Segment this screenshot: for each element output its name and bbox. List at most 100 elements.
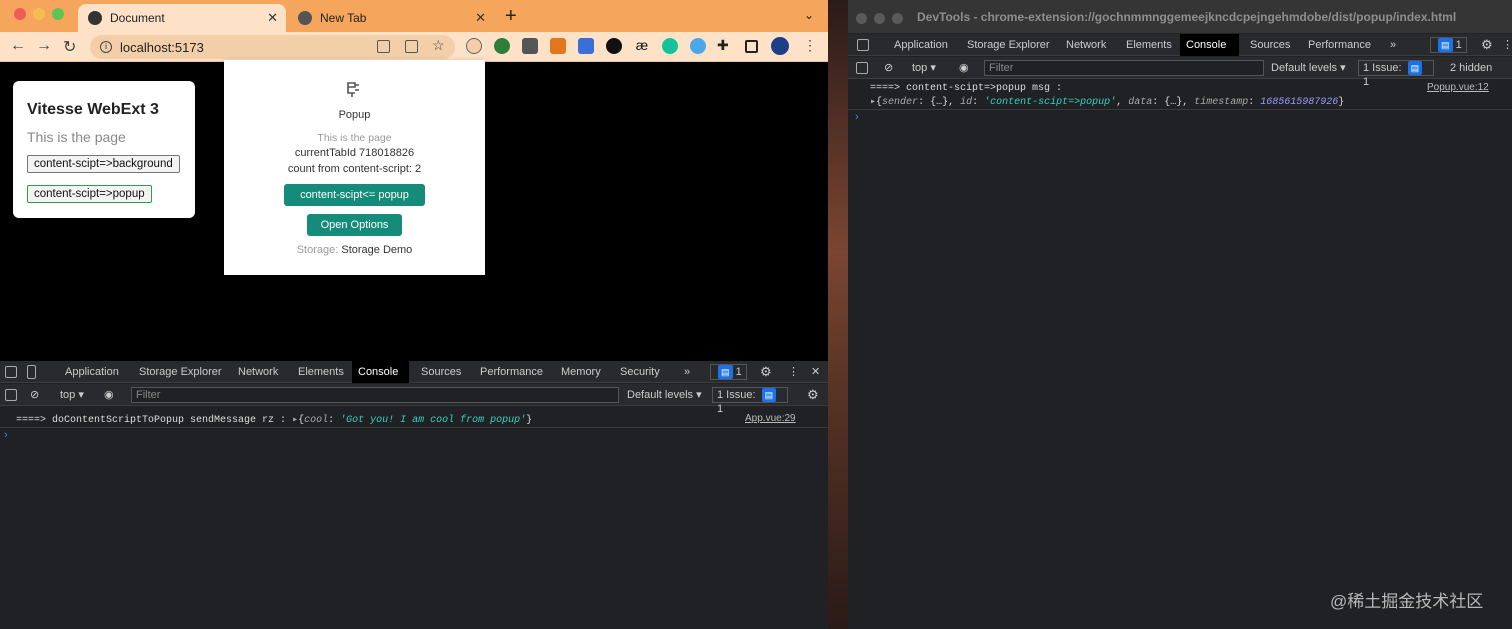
obj-key-timestamp: timestamp — [1194, 97, 1249, 108]
page-subtitle: This is the page — [27, 129, 126, 145]
metamask-icon[interactable] — [550, 38, 566, 54]
tab-memory[interactable]: Memory — [555, 361, 607, 383]
clear-console-icon[interactable]: ⊘ — [878, 57, 899, 79]
minimize-window-icon[interactable] — [33, 8, 45, 20]
tab-application[interactable]: Application — [888, 34, 954, 56]
extension-icon-5[interactable] — [606, 38, 622, 54]
context-select[interactable]: top ▾ — [54, 384, 90, 406]
log-source-link[interactable]: Popup.vue:12 — [1427, 82, 1489, 93]
maximize-window-icon[interactable] — [52, 8, 64, 20]
extension-icon-1[interactable] — [494, 38, 510, 54]
reload-icon[interactable]: ↻ — [63, 37, 76, 57]
page-title: Vitesse WebExt 3 — [27, 101, 159, 118]
window-title: DevTools - chrome-extension://gochnmmngg… — [917, 10, 1457, 24]
console-prompt-icon[interactable]: › — [855, 111, 859, 123]
close-tab-icon[interactable]: ✕ — [475, 10, 486, 26]
tab-elements[interactable]: Elements — [292, 361, 350, 383]
issues-button[interactable]: 1 Issue: ▤ 1 — [1358, 60, 1434, 88]
send-to-content-script-button[interactable]: content-scipt<= popup — [284, 184, 425, 206]
context-select[interactable]: top ▾ — [906, 57, 942, 79]
tab-sources[interactable]: Sources — [415, 361, 467, 383]
message-count: 1 — [735, 366, 742, 378]
minimize-window-icon[interactable] — [874, 13, 885, 24]
sidebar-toggle-icon[interactable] — [856, 62, 868, 74]
puzzle-icon[interactable]: ✚ — [717, 38, 733, 54]
obj-val-timestamp: 1685615987926 — [1260, 97, 1339, 108]
send-to-background-button[interactable]: content-scipt=>background — [27, 155, 180, 173]
extension-plug-icon[interactable] — [466, 38, 482, 54]
tab-storage-explorer[interactable]: Storage Explorer — [133, 361, 228, 383]
tab-new-tab[interactable]: New Tab ✕ — [288, 4, 494, 32]
bookmark-star-icon[interactable]: ☆ — [432, 37, 445, 54]
log-levels-select[interactable]: Default levels ▾ — [1265, 57, 1352, 79]
translate-icon[interactable] — [377, 40, 390, 53]
kebab-menu-icon[interactable]: ⋮ — [803, 37, 817, 54]
message-count-badge[interactable]: ▤ 1 — [710, 364, 747, 380]
open-options-button[interactable]: Open Options — [307, 214, 402, 236]
log-source-link[interactable]: App.vue:29 — [745, 413, 796, 424]
hidden-count[interactable]: 2 hidden — [1444, 57, 1498, 79]
message-icon: ▤ — [1438, 38, 1453, 52]
message-count-badge[interactable]: ▤ 1 — [1430, 37, 1467, 53]
tab-label: Document — [110, 11, 165, 25]
close-devtools-icon[interactable]: ✕ — [805, 361, 826, 383]
tab-application[interactable]: Application — [59, 361, 125, 383]
tab-console[interactable]: Console — [1180, 34, 1239, 56]
sidepanel-icon[interactable] — [745, 40, 758, 53]
console-settings-icon[interactable]: ⚙ — [801, 384, 825, 406]
issue-icon: ▤ — [1407, 61, 1423, 75]
maximize-window-icon[interactable] — [892, 13, 903, 24]
close-window-icon[interactable] — [14, 8, 26, 20]
extension-icon-8[interactable] — [690, 38, 706, 54]
close-window-icon[interactable] — [856, 13, 867, 24]
forward-icon[interactable]: → — [36, 37, 52, 55]
grammarly-icon[interactable] — [662, 38, 678, 54]
expand-arrow-icon[interactable]: ▸ — [870, 97, 876, 108]
tab-performance[interactable]: Performance — [1302, 34, 1377, 56]
filter-input[interactable]: Filter — [131, 387, 619, 403]
extension-icon-4[interactable] — [578, 38, 594, 54]
current-tab-id: currentTabId 718018826 — [294, 147, 415, 159]
clear-console-icon[interactable]: ⊘ — [24, 384, 45, 406]
tab-performance[interactable]: Performance — [474, 361, 549, 383]
console-prompt-icon[interactable]: › — [4, 429, 8, 441]
tab-console[interactable]: Console — [352, 361, 409, 383]
obj-val-sender: {…} — [930, 97, 949, 108]
tab-sources[interactable]: Sources — [1244, 34, 1296, 56]
issues-count: 1 — [717, 403, 724, 415]
share-icon[interactable] — [405, 40, 418, 53]
extension-icon-2[interactable] — [522, 38, 538, 54]
more-tabs-icon[interactable]: » — [1384, 34, 1402, 56]
eye-icon[interactable]: ◉ — [98, 384, 120, 406]
log-levels-value: Default levels — [627, 389, 694, 401]
new-tab-icon[interactable]: + — [505, 5, 517, 28]
close-tab-icon[interactable]: ✕ — [267, 10, 278, 26]
tab-storage-explorer[interactable]: Storage Explorer — [961, 34, 1056, 56]
tab-network[interactable]: Network — [232, 361, 284, 383]
extension-icon-6[interactable]: æ — [634, 38, 650, 54]
sidebar-toggle-icon[interactable] — [5, 389, 17, 401]
log-levels-select[interactable]: Default levels ▾ — [621, 384, 708, 406]
tab-security[interactable]: Security — [614, 361, 666, 383]
kebab-menu-icon[interactable]: ⋮ — [782, 361, 805, 383]
expand-arrow-icon[interactable]: ▸ — [292, 415, 298, 426]
issues-button[interactable]: 1 Issue: ▤ 1 — [712, 387, 788, 415]
eye-icon[interactable]: ◉ — [953, 57, 975, 79]
inspect-icon[interactable] — [5, 366, 17, 378]
tab-document[interactable]: Document ✕ — [78, 4, 286, 32]
tab-network[interactable]: Network — [1060, 34, 1112, 56]
filter-input[interactable]: Filter — [984, 60, 1264, 76]
avatar[interactable] — [771, 37, 789, 55]
desktop-background — [828, 0, 848, 629]
settings-gear-icon[interactable]: ⚙ — [754, 361, 778, 383]
tab-elements[interactable]: Elements — [1120, 34, 1178, 56]
more-tabs-icon[interactable]: » — [678, 361, 696, 383]
inspect-icon[interactable] — [857, 39, 869, 51]
device-toolbar-icon[interactable] — [27, 365, 36, 379]
site-info-icon[interactable]: i — [100, 41, 112, 53]
kebab-menu-icon[interactable]: ⋮ — [1496, 34, 1512, 56]
back-icon[interactable]: ← — [10, 37, 26, 55]
chevron-down-icon[interactable]: ⌄ — [804, 8, 814, 22]
send-to-popup-button[interactable]: content-scipt=>popup — [27, 185, 152, 203]
address-bar[interactable]: i localhost:5173 — [90, 35, 455, 59]
